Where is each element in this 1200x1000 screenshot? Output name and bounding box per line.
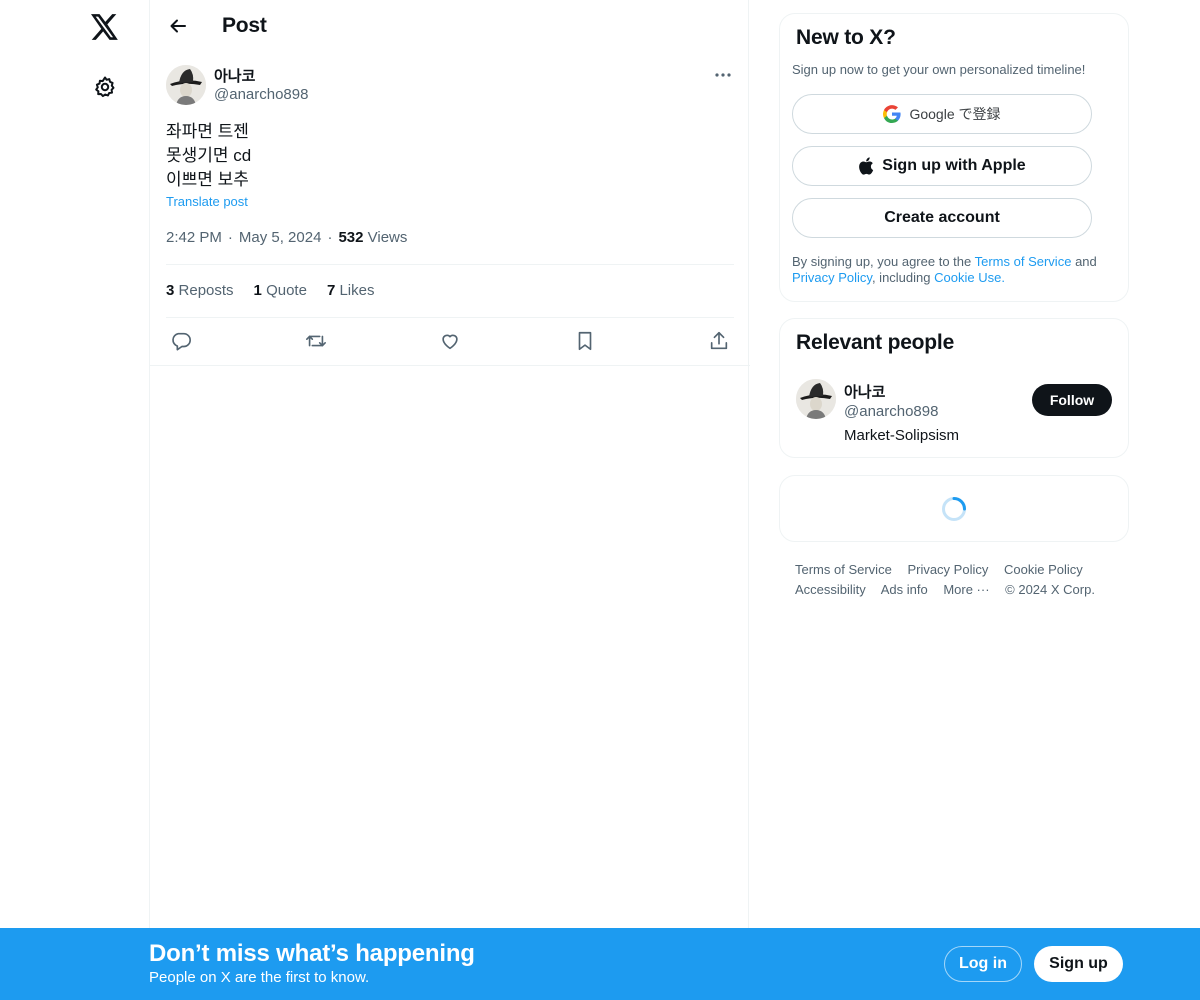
share-icon[interactable] bbox=[704, 326, 734, 356]
login-button[interactable]: Log in bbox=[944, 946, 1022, 982]
new-to-x-subtitle: Sign up now to get your own personalized… bbox=[792, 62, 1086, 77]
apple-icon bbox=[859, 157, 874, 175]
footer-cookie-link[interactable]: Cookie Policy bbox=[1004, 562, 1083, 577]
page-header: Post bbox=[150, 0, 750, 53]
legal-including: , including bbox=[871, 270, 931, 285]
more-icon[interactable] bbox=[708, 64, 738, 86]
arrow-left-icon[interactable] bbox=[162, 10, 194, 42]
signup-banner: Don’t miss what’s happening People on X … bbox=[0, 928, 1200, 1000]
cookie-link[interactable]: Cookie Use. bbox=[934, 270, 1005, 285]
post-meta: 2:42 PM · May 5, 2024 · 532 Views bbox=[166, 229, 407, 246]
banner-title: Don’t miss what’s happening bbox=[149, 940, 475, 967]
avatar[interactable] bbox=[166, 65, 206, 105]
reply-icon[interactable] bbox=[166, 326, 196, 356]
loading-card bbox=[779, 475, 1129, 542]
x-logo-icon[interactable] bbox=[86, 8, 124, 46]
footer-privacy-link[interactable]: Privacy Policy bbox=[907, 562, 988, 577]
left-nav bbox=[0, 0, 150, 1000]
divider bbox=[166, 264, 734, 265]
bookmark-icon[interactable] bbox=[570, 326, 600, 356]
main-column: Post 아나코 @anarcho898 좌파면 트젠 못생기면 cd 이쁘면 … bbox=[149, 0, 750, 1000]
footer-copyright: © 2024 X Corp. bbox=[1005, 582, 1095, 597]
legal-text: By signing up, you agree to the Terms of… bbox=[792, 254, 1112, 286]
google-signup-button[interactable]: Google で登録 bbox=[792, 94, 1092, 134]
privacy-link[interactable]: Privacy Policy bbox=[792, 270, 872, 285]
legal-prefix: By signing up, you agree to the bbox=[792, 254, 972, 269]
relevant-people-title: Relevant people bbox=[796, 331, 955, 354]
new-to-x-card: New to X? Sign up now to get your own pe… bbox=[779, 13, 1129, 302]
divider bbox=[150, 365, 750, 366]
person-bio: Market-Solipsism bbox=[844, 427, 960, 444]
avatar[interactable] bbox=[796, 379, 836, 419]
quotes-label: Quote bbox=[266, 282, 307, 299]
reposts-stat[interactable]: 3 Reposts bbox=[166, 282, 234, 299]
person-name[interactable]: 아나코 bbox=[844, 381, 885, 402]
footer-more-link[interactable]: More ··· bbox=[943, 582, 989, 597]
post-date[interactable]: May 5, 2024 bbox=[239, 229, 322, 246]
legal-and: and bbox=[1075, 254, 1097, 269]
likes-count: 7 bbox=[326, 282, 336, 299]
translate-post-link[interactable]: Translate post bbox=[166, 194, 248, 209]
terms-link[interactable]: Terms of Service bbox=[975, 254, 1072, 269]
loading-spinner-icon bbox=[942, 497, 966, 521]
footer-terms-link[interactable]: Terms of Service bbox=[795, 562, 892, 577]
post-line: 좌파면 트젠 bbox=[166, 122, 249, 141]
follow-button[interactable]: Follow bbox=[1032, 384, 1112, 416]
views-count: 532 bbox=[338, 229, 364, 246]
person-handle[interactable]: @anarcho898 bbox=[844, 403, 938, 420]
divider bbox=[166, 317, 734, 318]
google-icon bbox=[883, 105, 902, 123]
google-signup-label: Google で登録 bbox=[909, 106, 1001, 122]
quotes-stat[interactable]: 1 Quote bbox=[254, 282, 307, 299]
likes-label: Likes bbox=[339, 282, 375, 299]
reposts-label: Reposts bbox=[178, 282, 234, 299]
gear-icon[interactable] bbox=[86, 68, 124, 106]
post-line: 이쁘면 보추 bbox=[166, 170, 249, 189]
banner-subtitle: People on X are the first to know. bbox=[149, 969, 370, 986]
signup-button[interactable]: Sign up bbox=[1034, 946, 1123, 982]
footer-ads-link[interactable]: Ads info bbox=[881, 582, 928, 597]
meta-separator: · bbox=[227, 229, 233, 246]
quotes-count: 1 bbox=[253, 282, 262, 299]
create-account-button[interactable]: Create account bbox=[792, 198, 1092, 238]
like-icon[interactable] bbox=[435, 326, 465, 356]
footer-accessibility-link[interactable]: Accessibility bbox=[795, 582, 866, 597]
author-handle[interactable]: @anarcho898 bbox=[214, 86, 308, 103]
author-name[interactable]: 아나코 bbox=[214, 65, 255, 86]
post-actions bbox=[166, 326, 734, 356]
post-time[interactable]: 2:42 PM bbox=[166, 229, 222, 246]
apple-signup-label: Sign up with Apple bbox=[882, 157, 1026, 174]
apple-signup-button[interactable]: Sign up with Apple bbox=[792, 146, 1092, 186]
post-line: 못생기면 cd bbox=[166, 146, 252, 165]
relevant-people-card: Relevant people 아나코 @anarcho898 Market-S… bbox=[779, 318, 1129, 458]
footer-links: Terms of Service Privacy Policy Cookie P… bbox=[795, 560, 1115, 600]
meta-separator: · bbox=[327, 229, 333, 246]
post-stats: 3 Reposts 1 Quote 7 Likes bbox=[166, 282, 374, 299]
page-title: Post bbox=[222, 14, 267, 37]
likes-stat[interactable]: 7 Likes bbox=[327, 282, 375, 299]
repost-icon[interactable] bbox=[301, 326, 331, 356]
views-label: Views bbox=[367, 229, 408, 246]
post-text: 좌파면 트젠 못생기면 cd 이쁘면 보추 bbox=[166, 120, 251, 192]
new-to-x-title: New to X? bbox=[796, 26, 896, 49]
reposts-count: 3 bbox=[166, 282, 175, 299]
